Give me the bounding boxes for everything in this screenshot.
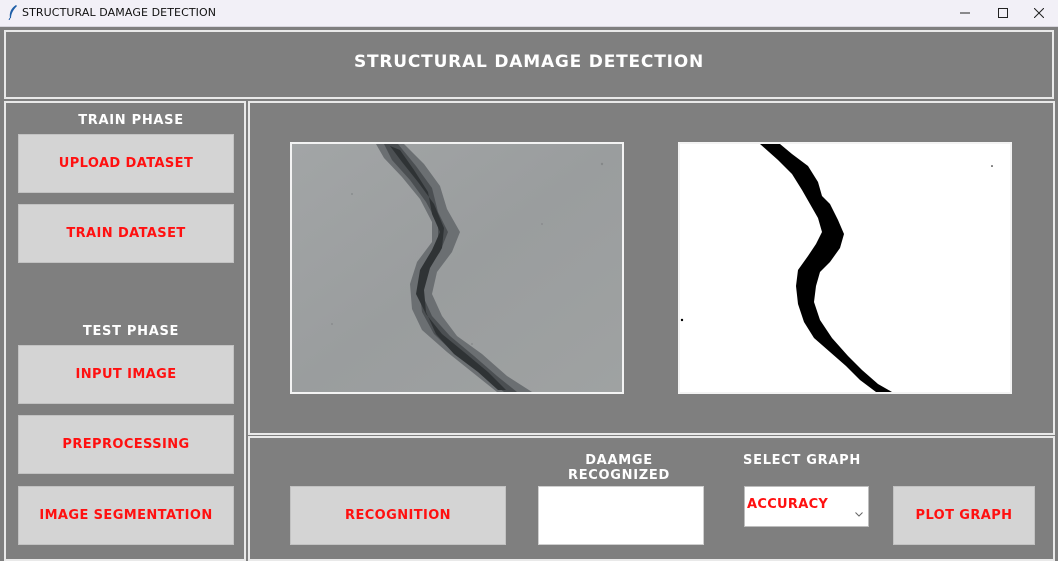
image-display-panel: [248, 101, 1055, 435]
window-titlebar: STRUCTURAL DAMAGE DETECTION: [0, 0, 1058, 27]
maximize-button[interactable]: [984, 0, 1022, 26]
chevron-down-icon: [855, 502, 863, 521]
train-phase-label: TRAIN PHASE: [78, 113, 184, 128]
sidebar-panel: TRAIN PHASE UPLOAD DATASET TRAIN DATASET…: [4, 101, 246, 561]
image-segmentation-button[interactable]: IMAGE SEGMENTATION: [18, 486, 234, 545]
maximize-icon: [998, 8, 1008, 18]
close-button[interactable]: [1020, 0, 1058, 26]
recognition-button[interactable]: RECOGNITION: [290, 486, 506, 545]
graph-select-value: ACCURACY: [747, 497, 829, 512]
input-image: [290, 142, 624, 394]
control-panel: RECOGNITION DAAMGE RECOGNIZED SELECT GRA…: [248, 436, 1055, 561]
feather-icon: [8, 5, 18, 21]
input-image-button[interactable]: INPUT IMAGE: [18, 345, 234, 404]
test-phase-label: TEST PHASE: [82, 324, 180, 339]
header-panel: STRUCTURAL DAMAGE DETECTION: [4, 30, 1054, 99]
damage-recognized-label: DAAMGE RECOGNIZED: [568, 453, 670, 483]
close-icon: [1034, 8, 1044, 18]
minimize-icon: [960, 8, 970, 18]
train-dataset-button[interactable]: TRAIN DATASET: [18, 204, 234, 263]
segmented-image: [678, 142, 1012, 394]
window-title: STRUCTURAL DAMAGE DETECTION: [22, 6, 217, 19]
upload-dataset-button[interactable]: UPLOAD DATASET: [18, 134, 234, 193]
minimize-button[interactable]: [946, 0, 984, 26]
preprocessing-button[interactable]: PREPROCESSING: [18, 415, 234, 474]
plot-graph-button[interactable]: PLOT GRAPH: [893, 486, 1035, 545]
damage-result-field: [538, 486, 704, 545]
graph-select[interactable]: ACCURACY: [744, 486, 869, 527]
page-title: STRUCTURAL DAMAGE DETECTION: [353, 52, 705, 72]
select-graph-label: SELECT GRAPH: [743, 453, 861, 468]
